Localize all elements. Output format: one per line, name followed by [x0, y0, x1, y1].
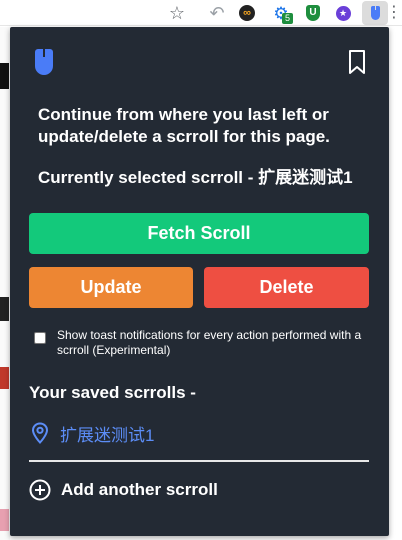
fetch-scroll-button[interactable]: Fetch Scroll: [29, 213, 369, 254]
scrroll-popup: Continue from where you last left or upd…: [10, 27, 389, 536]
toast-option-label[interactable]: Show toast notifications for every actio…: [57, 328, 373, 358]
toast-checkbox[interactable]: [34, 332, 46, 344]
delete-button[interactable]: Delete: [204, 267, 369, 308]
location-pin-icon: [31, 422, 49, 444]
intro-text: Continue from where you last left or upd…: [38, 105, 330, 146]
bookmark-icon[interactable]: [347, 49, 367, 75]
update-button[interactable]: Update: [29, 267, 193, 308]
add-scrroll-button[interactable]: Add another scrroll: [29, 478, 218, 502]
infinity-icon[interactable]: ∞: [236, 2, 258, 24]
add-circle-icon: [29, 479, 51, 501]
background-page-right: [389, 27, 402, 540]
add-scrroll-label[interactable]: Add another scrroll: [61, 480, 218, 500]
scrroll-mouse-icon: [370, 6, 380, 20]
back-arrow-icon[interactable]: ↶: [206, 2, 228, 24]
browser-toolbar: ☆ ↶ ∞ ⚙ 5 U ★ ⋮: [0, 0, 402, 26]
extension-badge: 5: [282, 13, 293, 24]
saved-scrroll-item[interactable]: 扩展迷测试1: [31, 420, 154, 446]
saved-scrrolls-heading: Your saved scrrolls -: [29, 383, 196, 402]
current-selection-text: Currently selected scrroll - 扩展迷测试1: [38, 168, 353, 187]
page-fragment: [0, 63, 9, 89]
page-fragment: [0, 297, 9, 321]
shield-icon[interactable]: U: [302, 2, 324, 24]
star-badge-icon[interactable]: ★: [332, 2, 354, 24]
saved-scrroll-label[interactable]: 扩展迷测试1: [60, 421, 154, 446]
background-page: [0, 27, 10, 540]
more-icon[interactable]: ⋮: [386, 2, 402, 24]
divider: [29, 460, 369, 462]
scrroll-extension-button[interactable]: [362, 1, 388, 25]
star-icon[interactable]: ☆: [166, 2, 188, 24]
page-fragment: [0, 367, 9, 389]
scrroll-logo-icon: [35, 49, 53, 75]
page-fragment: [0, 509, 9, 531]
